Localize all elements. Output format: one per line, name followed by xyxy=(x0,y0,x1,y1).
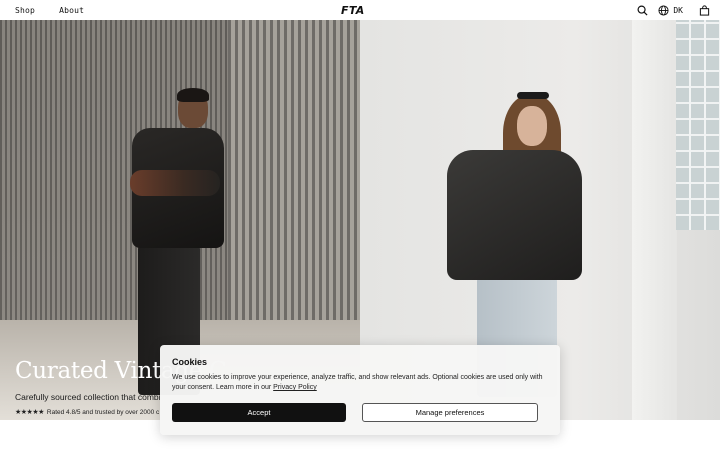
rating-text: Rated 4.8/5 and trusted by over 2000 c xyxy=(46,408,160,416)
globe-icon xyxy=(657,4,669,16)
corrugated-pillar xyxy=(228,20,360,350)
cookie-actions: Accept Manage preferences xyxy=(172,403,538,422)
star-rating-icon: ★★★★★ xyxy=(15,409,44,416)
manage-preferences-button[interactable]: Manage preferences xyxy=(362,403,538,422)
site-header: Shop About FTA DK xyxy=(0,0,720,20)
privacy-policy-link[interactable]: Privacy Policy xyxy=(273,384,317,391)
cookie-banner: Cookies We use cookies to improve your e… xyxy=(160,345,560,435)
accept-cookies-button[interactable]: Accept xyxy=(172,403,346,422)
white-pillar xyxy=(632,20,677,420)
cookie-description: We use cookies to improve your experienc… xyxy=(172,373,548,393)
header-actions: DK xyxy=(636,0,710,20)
nav-about-link[interactable]: About xyxy=(59,6,84,15)
glass-block-window xyxy=(676,20,720,230)
cookie-title: Cookies xyxy=(172,357,208,367)
main-nav: Shop About xyxy=(15,0,84,20)
site-logo[interactable]: FTA xyxy=(341,4,365,17)
language-selector[interactable]: DK xyxy=(657,4,683,16)
nav-shop-link[interactable]: Shop xyxy=(15,6,35,15)
cookie-text: We use cookies to improve your experienc… xyxy=(172,374,543,391)
language-label: DK xyxy=(673,5,683,15)
search-icon[interactable] xyxy=(636,4,648,16)
shopping-bag-icon[interactable] xyxy=(698,4,710,16)
